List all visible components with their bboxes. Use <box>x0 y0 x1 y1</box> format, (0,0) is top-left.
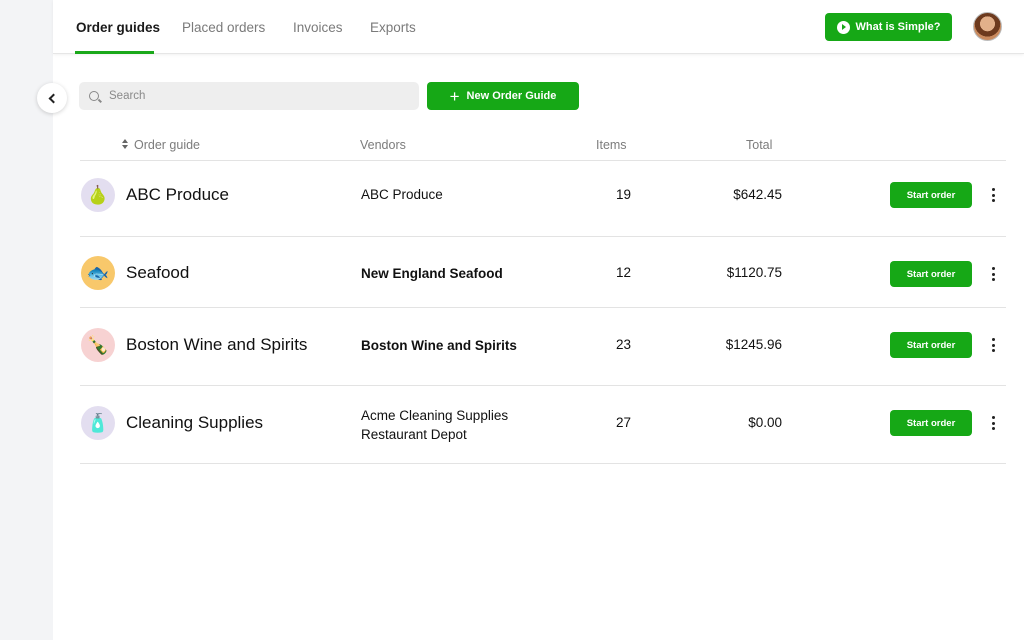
items-count: 19 <box>615 187 631 202</box>
more-options-icon[interactable] <box>986 413 1000 433</box>
items-count: 23 <box>615 337 631 352</box>
tab-invoices[interactable]: Invoices <box>293 20 343 35</box>
cleaning-icon: 🧴 <box>81 406 115 440</box>
top-nav-bar: Order guides Placed orders Invoices Expo… <box>53 0 1024 54</box>
table-row: 🍾 Boston Wine and Spirits Boston Wine an… <box>80 308 1006 385</box>
fish-icon: 🐟 <box>81 256 115 290</box>
chevron-left-icon <box>48 93 59 103</box>
tab-exports[interactable]: Exports <box>370 20 416 35</box>
items-count: 12 <box>615 265 631 280</box>
vendor-name: ABC Produce <box>361 187 443 202</box>
column-header-vendors: Vendors <box>360 138 406 152</box>
start-order-button[interactable]: Start order <box>890 410 972 436</box>
search-icon <box>89 91 99 101</box>
items-count: 27 <box>615 415 631 430</box>
tab-placed-orders[interactable]: Placed orders <box>182 20 265 35</box>
what-is-simple-button[interactable]: What is Simple? <box>825 13 952 41</box>
start-order-button[interactable]: Start order <box>890 332 972 358</box>
table-row: 🧴 Cleaning Supplies Acme Cleaning Suppli… <box>80 386 1006 463</box>
column-header-order-guide[interactable]: Order guide <box>134 138 200 152</box>
new-order-guide-label: New Order Guide <box>466 90 557 102</box>
vendor-name: Acme Cleaning Supplies <box>361 408 509 423</box>
new-order-guide-button[interactable]: + New Order Guide <box>427 82 579 110</box>
wine-icon: 🍾 <box>81 328 115 362</box>
order-guide-name[interactable]: Boston Wine and Spirits <box>126 335 307 355</box>
sort-icon[interactable] <box>122 139 130 150</box>
order-guide-name[interactable]: Cleaning Supplies <box>126 413 263 433</box>
vendor-name: Boston Wine and Spirits <box>361 338 517 353</box>
order-guide-name[interactable]: ABC Produce <box>126 185 229 205</box>
table-row: 🐟 Seafood New England Seafood 12 $1120.7… <box>80 237 1006 307</box>
order-total: $0.00 <box>748 415 782 430</box>
collapse-sidebar-button[interactable] <box>37 83 67 113</box>
plus-icon: + <box>449 86 460 106</box>
tab-order-guides[interactable]: Order guides <box>76 20 160 35</box>
search-input[interactable] <box>109 90 399 102</box>
play-icon <box>836 20 850 34</box>
more-options-icon[interactable] <box>986 335 1000 355</box>
more-options-icon[interactable] <box>986 264 1000 284</box>
active-tab-indicator <box>75 51 154 54</box>
table-row: 🍐 ABC Produce ABC Produce 19 $642.45 Sta… <box>80 161 1006 236</box>
column-header-items: Items <box>596 138 627 152</box>
column-header-total: Total <box>746 138 773 152</box>
order-guide-name[interactable]: Seafood <box>126 263 189 283</box>
order-total: $642.45 <box>733 187 782 202</box>
more-options-icon[interactable] <box>986 185 1000 205</box>
start-order-button[interactable]: Start order <box>890 182 972 208</box>
start-order-button[interactable]: Start order <box>890 261 972 287</box>
table-divider <box>80 463 1006 464</box>
vendor-name: New England Seafood <box>361 266 503 281</box>
search-bar[interactable] <box>79 82 419 110</box>
order-total: $1120.75 <box>726 265 782 280</box>
vendor-name: Restaurant Depot <box>361 427 467 442</box>
order-total: $1245.96 <box>725 337 782 352</box>
what-is-simple-label: What is Simple? <box>855 21 941 33</box>
fruit-icon: 🍐 <box>81 178 115 212</box>
user-avatar[interactable] <box>973 12 1002 41</box>
